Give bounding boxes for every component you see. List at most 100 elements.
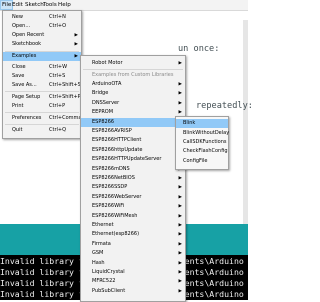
examples-item-esp8266[interactable]: ESP8266▶: [81, 117, 185, 127]
examples-item-label: ESP8266HTTPClient: [92, 137, 142, 144]
esp8266-item-checkflashconfig[interactable]: CheckFlashConfig: [176, 147, 228, 156]
examples-item-esp8266httpupdate[interactable]: ESP8266httpUpdate▶: [81, 146, 185, 155]
console-line: Invalid library f: [0, 267, 84, 277]
file-menu-item-label: Preferences: [12, 115, 42, 121]
editor-scrollbar[interactable]: [243, 20, 248, 240]
examples-item-label: ESP8266NetBIOS: [92, 175, 135, 181]
file-menu-item-close[interactable]: Close Ctrl+W: [3, 63, 81, 72]
examples-item-esp8266netbios[interactable]: ESP8266NetBIOS ▶: [81, 174, 185, 183]
esp8266-item-callsdkfunctions[interactable]: CallSDKFunctions: [176, 138, 228, 147]
examples-item-bridge[interactable]: Bridge ▶: [81, 89, 185, 98]
file-menu-item-label: Open...: [12, 23, 31, 29]
file-menu-item-quit[interactable]: Quit Ctrl+Q: [3, 126, 81, 135]
chevron-right-icon: ▶: [178, 251, 182, 257]
chevron-right-icon: ▶: [178, 204, 182, 210]
chevron-right-icon: ▶: [74, 42, 78, 47]
examples-item-ethernet-esp8266[interactable]: Ethernet(esp8266) ▶: [81, 230, 185, 239]
examples-item-label: Robot Motor: [92, 60, 123, 66]
chevron-right-icon: ▶: [178, 213, 182, 219]
examples-item-esp8266httpupdateserver[interactable]: ESP8266HTTPUpdateServer▶: [81, 155, 185, 164]
examples-item-label: ArduinoOTA: [92, 81, 122, 87]
examples-item-label: ESP8266WiFiMesh: [92, 212, 138, 219]
file-menu-item-shortcut: Ctrl+Shift+S: [49, 82, 81, 88]
examples-item-firmata[interactable]: Firmata ▶: [81, 240, 185, 249]
file-menu-item-sketchbook[interactable]: Sketchbook ▶: [3, 40, 81, 49]
examples-item-mfrc522[interactable]: MFRC522 ▶: [81, 277, 185, 286]
console-line: Invalid library f: [0, 289, 84, 299]
menu-separator: [5, 112, 79, 113]
chevron-right-icon: ▶: [178, 176, 182, 181]
file-menu-item-print[interactable]: Print Ctrl+P: [3, 102, 81, 111]
examples-item-label: GSM: [92, 250, 104, 257]
esp8266-item-blinkwithoutdelay[interactable]: BlinkWithoutDelay: [176, 129, 229, 138]
chevron-right-icon: ▶: [74, 54, 78, 59]
esp8266-item-blink[interactable]: Blink: [176, 119, 228, 128]
file-menu-item-label: Close: [12, 64, 26, 70]
file-menu-item-shortcut: Ctrl+S: [49, 73, 66, 79]
examples-item-label: ESP8266mDNS: [92, 165, 130, 172]
examples-item-label: ESP8266WebServer: [92, 193, 142, 200]
examples-item-arduinoota[interactable]: ArduinoOTA ▶: [81, 80, 185, 89]
chevron-right-icon: ▶: [178, 100, 182, 106]
file-menu-item-label: Print: [12, 103, 24, 109]
esp8266-item-label: CallSDKFunctions: [183, 139, 227, 145]
examples-item-gsm[interactable]: GSM ▶: [81, 249, 185, 258]
file-menu: New Ctrl+N Open... Ctrl+O Open Recent ▶ Sketch…: [2, 10, 82, 139]
menu-separator: [5, 124, 79, 125]
chevron-right-icon: ▶: [178, 279, 182, 285]
menu-tools[interactable]: Tools: [42, 1, 58, 9]
file-menu-item-label: Examples: [12, 53, 37, 59]
file-menu-item-save-as[interactable]: Save As... Ctrl+Shift+S: [3, 81, 81, 90]
file-menu-item-page-setup[interactable]: Page Setup Ctrl+Shift+P: [3, 93, 81, 102]
esp8266-item-label: CheckFlashConfig: [183, 148, 228, 154]
examples-item-label: LiquidCrystal: [92, 269, 125, 275]
examples-item-pubsubclient[interactable]: PubSubClient ▶: [81, 287, 185, 296]
menu-edit[interactable]: Edit: [11, 1, 24, 9]
file-menu-item-label: Save As...: [12, 82, 37, 88]
file-menu-item-save[interactable]: Save Ctrl+S: [3, 72, 81, 81]
examples-item-esp8266ssdp[interactable]: ESP8266SSDP ▶: [81, 183, 185, 192]
examples-item-eeprom[interactable]: EEPROM ▶: [81, 108, 185, 117]
examples-item-examples-from-custom-libraries: Examples from Custom Libraries: [81, 71, 185, 80]
file-menu-item-label: Quit: [12, 127, 23, 133]
examples-item-label: ESP8266httpUpdate: [92, 146, 143, 153]
examples-item-label: Bridge: [92, 90, 109, 97]
file-menu-item-examples[interactable]: Examples ▶: [3, 52, 81, 61]
examples-submenu: Robot Motor ▶ Examples from Custom Librari…: [80, 55, 186, 302]
examples-item-esp8266httpclient[interactable]: ESP8266HTTPClient▶: [81, 136, 185, 145]
file-menu-item-open[interactable]: Open... Ctrl+O: [3, 22, 81, 31]
examples-item-liquidcrystal[interactable]: LiquidCrystal ▶: [81, 268, 185, 277]
examples-item-label: Examples from Custom Libraries: [92, 72, 174, 78]
examples-item-esp8266mdns[interactable]: ESP8266mDNS▶: [81, 165, 185, 174]
chevron-right-icon: ▶: [178, 270, 182, 275]
file-menu-item-open-recent[interactable]: Open Recent ▶: [3, 31, 81, 40]
file-menu-item-shortcut: Ctrl+Comma: [49, 115, 82, 121]
file-menu-item-new[interactable]: New Ctrl+N: [3, 13, 81, 22]
file-menu-item-label: Page Setup: [12, 94, 41, 100]
menu-separator: [5, 91, 79, 92]
chevron-right-icon: ▶: [74, 33, 78, 38]
chevron-right-icon: ▶: [178, 185, 182, 191]
code-line: repeatedly:: [196, 101, 253, 111]
examples-item-esp8266webserver[interactable]: ESP8266WebServer ▶: [81, 193, 185, 202]
examples-item-esp8266avrisp[interactable]: ESP8266AVRISP▶: [81, 127, 185, 136]
file-menu-item-shortcut: Ctrl+N: [49, 14, 66, 20]
examples-item-dnsserver[interactable]: DNSServer ▶: [81, 99, 185, 108]
code-line: un once:: [178, 44, 220, 54]
esp8266-item-configfile[interactable]: ConfigFile: [176, 157, 228, 166]
examples-item-hash[interactable]: Hash ▶: [81, 259, 185, 268]
examples-item-label: DNSServer: [92, 99, 120, 106]
chevron-right-icon: ▶: [178, 232, 182, 238]
examples-item-label: Firmata: [92, 240, 111, 247]
examples-item-label: PubSubClient: [92, 287, 126, 294]
menu-help[interactable]: Help: [57, 1, 72, 9]
examples-item-ethernet[interactable]: Ethernet ▶: [81, 221, 185, 230]
file-menu-item-shortcut: Ctrl+P: [49, 103, 66, 109]
file-menu-item-preferences[interactable]: Preferences Ctrl+Comma: [3, 114, 81, 123]
examples-item-label: ESP8266WiFi: [92, 203, 125, 210]
chevron-right-icon: ▶: [178, 82, 182, 87]
examples-item-esp8266wifi[interactable]: ESP8266WiFi ▶: [81, 202, 185, 211]
examples-item-esp8266wifimesh[interactable]: ESP8266WiFiMesh ▶: [81, 212, 185, 221]
examples-item-robot-motor[interactable]: Robot Motor ▶: [81, 59, 185, 68]
file-menu-item-label: Save: [12, 73, 25, 79]
